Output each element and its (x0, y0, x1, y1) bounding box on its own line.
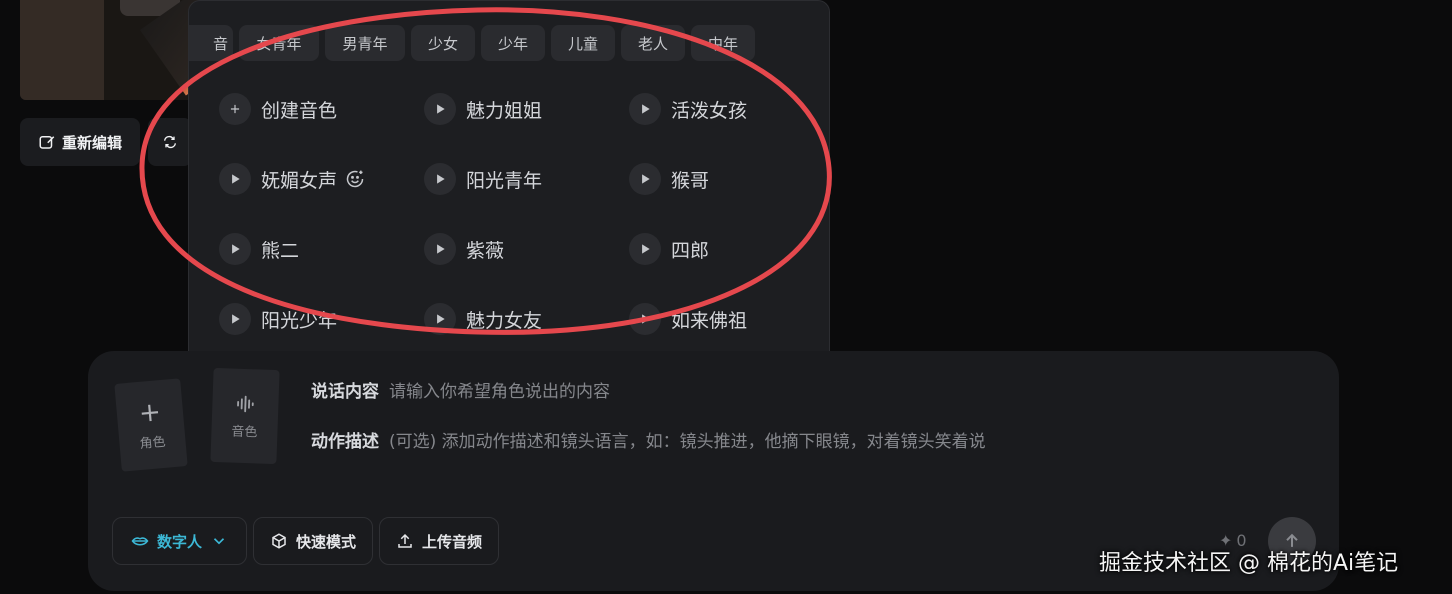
lips-icon (131, 537, 149, 546)
play-icon[interactable] (424, 303, 456, 335)
chip-male-youth[interactable]: 男青年 (325, 25, 405, 61)
image-action-row: 重新编辑 (20, 118, 193, 166)
voice-list: 创建音色 魅力姐姐 活泼女孩 妩媚女声 阳光青年 猴哥 熊二 紫薇 四郎 阳光少… (219, 91, 819, 337)
chip-girl[interactable]: 少女 (411, 25, 475, 61)
composer-toolbar: 数字人 快速模式 上传音频 (112, 517, 500, 565)
chip-female-youth[interactable]: 女青年 (239, 25, 319, 61)
fast-mode-label: 快速模式 (296, 532, 357, 551)
cube-icon (272, 533, 286, 549)
play-icon[interactable] (629, 233, 661, 265)
voice-label: 阳光青年 (466, 169, 543, 192)
voice-label: 如来佛祖 (671, 309, 748, 332)
voice-item[interactable]: 魅力姐姐 (424, 91, 629, 127)
voice-category-chips: 音 女青年 男青年 少女 少年 儿童 老人 中年 (189, 25, 755, 61)
upload-audio-button[interactable]: 上传音频 (379, 517, 500, 565)
speech-content-label: 说话内容 (311, 382, 379, 402)
edit-icon (39, 136, 55, 149)
voice-item[interactable]: 四郎 (629, 231, 819, 267)
play-icon[interactable] (219, 163, 251, 195)
digital-human-mode-dropdown[interactable]: 数字人 (112, 517, 248, 565)
voice-card-label: 音色 (231, 424, 258, 440)
voice-label: 四郎 (671, 239, 710, 262)
voice-item[interactable]: 如来佛祖 (629, 301, 819, 337)
upload-icon (398, 533, 412, 548)
play-icon[interactable] (424, 163, 456, 195)
voice-label: 魅力姐姐 (466, 99, 543, 122)
action-description-field[interactable]: 动作描述 (可选) 添加动作描述和镜头语言，如：镜头推进，他摘下眼镜，对着镜头笑… (311, 427, 986, 452)
chip-elderly[interactable]: 老人 (621, 25, 685, 61)
role-card-label: 角色 (138, 434, 167, 452)
refresh-icon (164, 135, 177, 149)
play-icon[interactable] (629, 163, 661, 195)
voice-dropdown-panel: 音 女青年 男青年 少女 少年 儿童 老人 中年 创建音色 魅力姐姐 活泼女孩 … (188, 0, 830, 368)
chevron-down-icon (213, 538, 225, 545)
play-icon[interactable] (219, 303, 251, 335)
chip-middle-aged[interactable]: 中年 (691, 25, 755, 61)
voice-label: 妩媚女声 (261, 169, 338, 192)
voice-label: 阳光少年 (261, 309, 338, 332)
voice-label: 活泼女孩 (671, 99, 748, 122)
regenerate-button[interactable] (148, 118, 193, 166)
voice-item[interactable]: 魅力女友 (424, 301, 629, 337)
watermark-text: 掘金技术社区 @ 棉花的Ai笔记 (1099, 551, 1399, 576)
add-role-card[interactable]: + 角色 (114, 378, 188, 472)
chip-category-0[interactable]: 音 (189, 25, 233, 61)
voice-item[interactable]: 熊二 (219, 231, 424, 267)
plus-icon (219, 93, 251, 125)
voice-item[interactable]: 妩媚女声 (219, 161, 424, 197)
chip-child[interactable]: 儿童 (551, 25, 615, 61)
play-icon[interactable] (629, 303, 661, 335)
play-icon[interactable] (424, 233, 456, 265)
plus-icon: + (137, 396, 163, 429)
speech-content-placeholder: 请输入你希望角色说出的内容 (389, 382, 610, 402)
voice-label: 魅力女友 (466, 309, 543, 332)
create-voice-item[interactable]: 创建音色 (219, 91, 424, 127)
voice-label: 熊二 (261, 239, 300, 262)
chip-boy[interactable]: 少年 (481, 25, 545, 61)
voice-item[interactable]: 紫薇 (424, 231, 629, 267)
voice-label: 创建音色 (261, 99, 338, 122)
add-voice-card[interactable]: 音色 (210, 367, 280, 465)
voice-item[interactable]: 活泼女孩 (629, 91, 819, 127)
voice-label: 紫薇 (466, 239, 505, 262)
action-description-placeholder: (可选) 添加动作描述和镜头语言，如：镜头推进，他摘下眼镜，对着镜头笑着说 (389, 432, 986, 452)
thumbnail-wall (20, 0, 104, 100)
voice-item[interactable]: 阳光青年 (424, 161, 629, 197)
speech-content-field[interactable]: 说话内容 请输入你希望角色说出的内容 (311, 377, 610, 402)
action-description-label: 动作描述 (311, 432, 379, 452)
upload-audio-label: 上传音频 (422, 532, 483, 551)
waveform-icon (237, 395, 254, 412)
voice-label: 猴哥 (671, 169, 710, 192)
voice-item[interactable]: 阳光少年 (219, 301, 424, 337)
digital-human-label: 数字人 (157, 532, 203, 551)
video-thumbnail[interactable] (20, 0, 205, 100)
fast-mode-button[interactable]: 快速模式 (253, 517, 374, 565)
reedit-button[interactable]: 重新编辑 (20, 118, 141, 166)
reedit-label: 重新编辑 (62, 133, 123, 152)
play-icon[interactable] (629, 93, 661, 125)
smile-icon (346, 170, 364, 188)
play-icon[interactable] (424, 93, 456, 125)
voice-item[interactable]: 猴哥 (629, 161, 819, 197)
play-icon[interactable] (219, 233, 251, 265)
